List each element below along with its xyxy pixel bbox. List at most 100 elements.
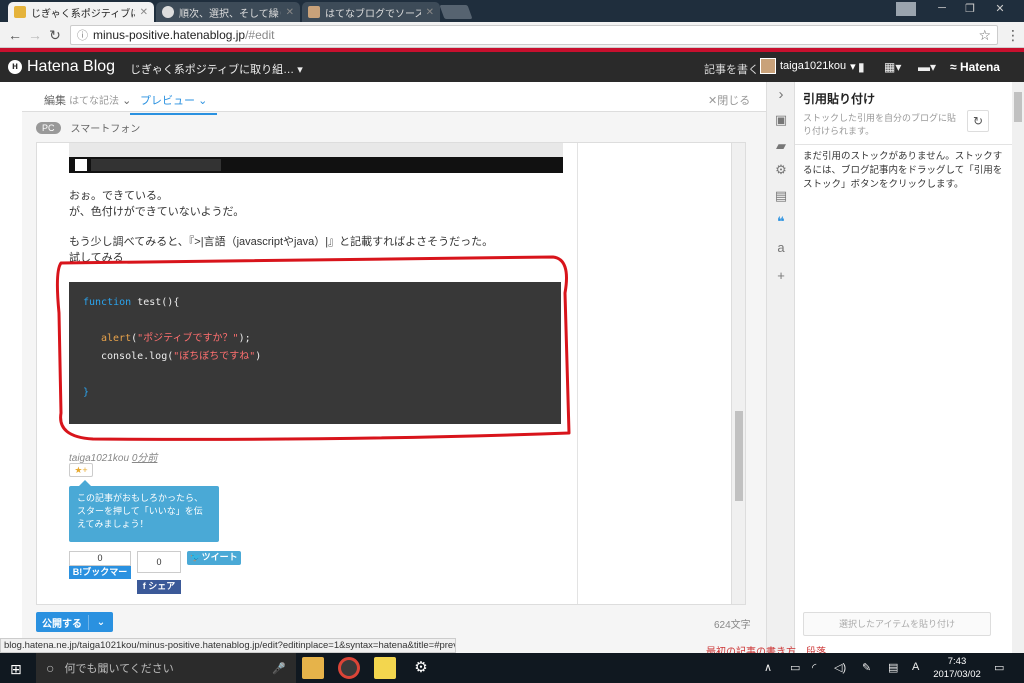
device-pc-button[interactable]: PC [36,121,61,134]
hatena-brand[interactable]: ≈ Hatena [950,60,1000,74]
write-article-link[interactable]: 記事を書く [704,61,759,77]
code-function: alert [101,333,132,344]
apps-grid-icon[interactable]: ▦▾ [884,60,901,74]
panel-description: ストックした引用を自分のブログに貼り付けられます。 [803,113,957,136]
keyboard-icon[interactable]: ▤ [888,661,898,674]
publish-label: 公開する [36,614,89,630]
hatena-header: ʜ Hatena Blog じぎゃく系ポジティブに取り組… ▾ 記事を書く ta… [0,48,1024,82]
username: taiga1021kou [780,60,847,72]
microphone-icon[interactable]: 🎤 [272,662,286,675]
chrome-icon[interactable] [338,657,360,679]
tab-title: 順次、選択、そして繰り返し [179,8,281,20]
screenshot-start-icon [75,159,87,171]
status-url-bubble: blog.hatena.ne.jp/taiga1021kou/minus-pos… [0,638,456,653]
collapse-chevron-icon[interactable]: › [773,86,789,103]
browser-tab[interactable]: はてなブログでソースコードを綺 ✕ [302,2,440,22]
code-line: console.log("ぼちぼちですね") [101,348,261,366]
browser-tab-strip: じぎゃく系ポジティブに取り組 ✕ 順次、選択、そして繰り返し ✕ はてなブログで… [0,0,1024,22]
add-star-button[interactable]: ★+ [69,463,93,477]
new-tab-button[interactable] [439,5,473,19]
close-window-icon[interactable]: ✕ [986,2,1014,15]
ime-icon[interactable]: A [912,661,919,673]
bookmark-star-icon[interactable]: ☆ [978,27,991,44]
address-bar[interactable]: ⓘ minus-positive.hatenablog.jp/#edit ☆ [70,25,998,45]
article-paragraph: おぉ。できている。 [69,190,168,202]
tab-edit[interactable]: 編集 はてな記法 ⌄ [44,92,131,108]
preview-scrollbar-thumb[interactable] [735,411,743,501]
tweet-button[interactable]: 🐦ツイート [187,551,241,565]
bookmark-count: 0 [69,551,131,566]
close-tab-icon[interactable]: ✕ [286,7,294,18]
profile-icon[interactable] [896,2,916,16]
article-paragraph: が、色付けができていないようだ。 [69,206,245,218]
taskbar-clock[interactable]: 7:43 2017/03/02 [932,655,982,681]
device-smartphone-button[interactable]: スマートフォン [71,120,141,135]
pen-icon[interactable]: ✎ [862,661,871,674]
file-explorer-icon[interactable] [302,657,324,679]
close-preview-button[interactable]: ✕閉じる [708,92,750,108]
paste-selected-button[interactable]: 選択したアイテムを貼り付け [803,612,991,636]
page-scrollbar[interactable] [1012,82,1024,653]
article-screenshot-image [69,143,563,173]
code-text: console.log( [101,351,174,362]
add-plugin-icon[interactable]: + [773,268,789,283]
tray-chevron-icon[interactable]: ∧ [764,661,772,674]
hatena-bookmark-button[interactable]: B!ブックマーク [69,566,131,590]
empty-stock-message: まだ引用のストックがありません。ストックするには、ブログ記事内をドラッグして「引… [803,151,1003,190]
post-time-link[interactable]: 0分前 [132,453,158,464]
info-icon[interactable]: ⓘ [77,27,88,43]
logo-text: Hatena Blog [27,58,116,75]
tab-edit-syntax: はてな記法 [69,96,120,107]
code-keyword: function [83,297,132,308]
reload-icon[interactable]: ↻ [46,27,64,43]
device-switcher: PC スマートフォン [36,120,140,135]
hatena-blog-logo[interactable]: ʜ Hatena Blog [8,58,115,76]
preview-frame: おぉ。できている。 が、色付けができていないようだ。 もう少し調べてみると、『>… [36,142,746,605]
refresh-icon[interactable]: ↻ [967,110,989,132]
screenshot-search [91,159,221,171]
code-line: function test(){ [83,294,179,312]
close-icon: ✕ [708,95,718,107]
back-icon[interactable]: ← [6,27,24,43]
facebook-share-button[interactable]: f シェア [137,580,181,594]
gear-icon[interactable]: ⚙ [773,162,789,178]
menu-icon[interactable]: ⋮ [1004,27,1022,43]
close-tab-icon[interactable]: ✕ [426,7,434,18]
avatar [760,58,776,74]
bookmark-icon[interactable]: ▮ [858,60,865,74]
preview-scrollbar[interactable] [731,143,745,604]
notification-icon[interactable]: ▬▾ [918,60,936,74]
panel-title: 引用貼り付け [803,92,876,106]
user-menu[interactable]: taiga1021kou ▾ [760,58,856,74]
forward-icon[interactable]: → [26,27,44,43]
browser-tab-active[interactable]: じぎゃく系ポジティブに取り組 ✕ [8,2,154,22]
code-block: function test(){ alert("ポジティブですか？"); con… [69,282,561,424]
page-scrollbar-thumb[interactable] [1014,92,1022,122]
blog-selector[interactable]: じぎゃく系ポジティブに取り組… ▾ [130,61,303,77]
wifi-icon[interactable]: ◜ [812,661,816,674]
photo-icon[interactable]: ▣ [773,112,789,128]
clock-date: 2017/03/02 [933,669,981,680]
minimize-icon[interactable]: ─ [928,2,956,14]
tab-preview[interactable]: プレビュー ⌄ [130,92,218,115]
editor-side-toolbar: › ▣ ▰ ⚙ ▤ ❝ a + [766,82,794,653]
cortana-search-box[interactable]: ○ 何でも聞いてください 🎤 [36,653,296,683]
folder-icon[interactable]: ▰ [773,138,789,154]
tab-title: じぎゃく系ポジティブに取り組 [31,8,135,20]
settings-gear-icon[interactable]: ⚙ [410,657,432,679]
windows-start-icon[interactable]: ⊞ [10,661,22,678]
article-paragraph: 試してみる [69,252,124,264]
publish-button[interactable]: 公開する ⌄ [36,612,113,632]
restore-icon[interactable]: ❐ [956,2,984,15]
battery-icon[interactable]: ▭ [790,661,800,674]
quote-icon[interactable]: ❝ [773,214,789,230]
url-host: minus-positive.hatenablog.jp [93,28,246,42]
amazon-icon[interactable]: a [773,240,789,255]
volume-icon[interactable]: ◁) [834,661,846,674]
chevron-down-icon[interactable]: ⌄ [89,617,113,628]
browser-tab[interactable]: 順次、選択、そして繰り返し ✕ [156,2,300,22]
action-center-icon[interactable]: ▭ [994,661,1004,674]
document-icon[interactable]: ▤ [773,188,789,204]
close-tab-icon[interactable]: ✕ [140,7,148,18]
sticky-notes-icon[interactable] [374,657,396,679]
